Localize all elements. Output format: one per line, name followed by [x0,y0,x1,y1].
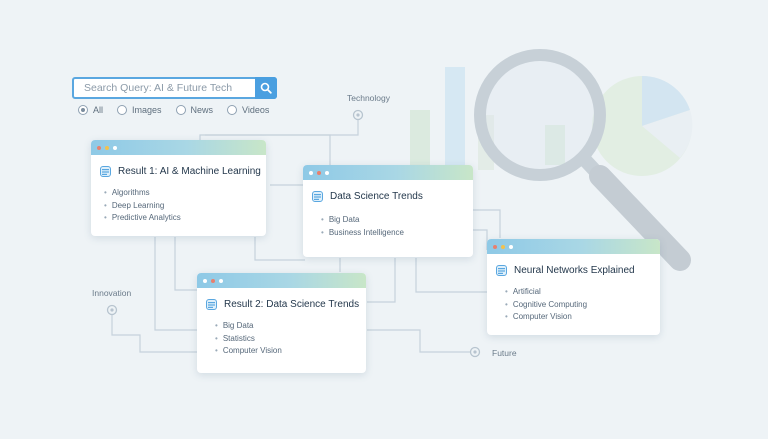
search-filters: All Images News Videos [72,105,277,115]
list-item: Big Data [215,320,366,333]
card-window-bar [487,239,660,254]
window-dot-icon [113,145,117,150]
window-dot-icon [97,145,101,150]
card-title[interactable]: Result 2: Data Science Trends [224,299,359,310]
radio-videos[interactable] [227,105,238,115]
result-card-data-science-2[interactable]: Result 2: Data Science Trends Big Data S… [197,273,366,373]
node-label-future: Future [492,348,517,358]
result-card-ai-ml[interactable]: Result 1: AI & Machine Learning Algorith… [91,140,266,236]
list-item: Cognitive Computing [505,299,660,312]
window-dot-icon [309,170,313,175]
search-input[interactable] [74,79,255,97]
filter-images[interactable]: Images [117,105,162,115]
card-window-bar [91,140,266,155]
filter-images-label: Images [132,105,162,115]
filter-news-label: News [190,105,214,115]
card-title-row: Result 1: AI & Machine Learning [100,166,266,177]
list-item: Business Intelligence [321,227,473,240]
window-dot-icon [317,170,321,175]
node-label-technology: Technology [347,93,391,103]
list-item: Big Data [321,214,473,227]
window-dot-icon [203,278,207,283]
document-icon [496,265,507,276]
filter-all[interactable]: All [78,105,103,115]
filter-all-label: All [93,105,104,115]
search-panel: All Images News Videos [72,77,277,115]
card-window-bar [303,165,473,180]
radio-news[interactable] [175,105,186,115]
search-button[interactable] [255,77,277,99]
search-icon [260,82,272,94]
result-card-data-science[interactable]: Data Science Trends Big Data Business In… [303,165,473,257]
card-title-row: Data Science Trends [312,191,473,202]
list-item: Computer Vision [215,345,366,358]
card-title[interactable]: Data Science Trends [330,191,423,202]
window-dot-icon [509,244,513,249]
window-dot-icon [211,278,215,283]
node-label-innovation: Innovation [92,288,132,298]
window-dot-icon [105,145,109,150]
window-dot-icon [325,170,329,175]
result-card-neural-networks[interactable]: Neural Networks Explained Artificial Cog… [487,239,660,335]
card-topic-list: Big Data Statistics Computer Vision [197,320,366,358]
filter-videos-label: Videos [242,105,270,115]
filter-videos[interactable]: Videos [227,105,269,115]
card-topic-list: Artificial Cognitive Computing Computer … [487,286,660,324]
card-title-row: Result 2: Data Science Trends [206,299,366,310]
decorative-pie-chart [592,75,693,176]
list-item: Artificial [505,286,660,299]
card-title[interactable]: Result 1: AI & Machine Learning [118,166,261,177]
document-icon [206,299,217,310]
list-item: Statistics [215,333,366,346]
window-dot-icon [493,244,497,249]
card-title[interactable]: Neural Networks Explained [514,265,635,276]
radio-images[interactable] [117,105,128,115]
card-window-bar [197,273,366,288]
document-icon [100,166,111,177]
filter-news[interactable]: News [175,105,214,115]
card-topic-list: Algorithms Deep Learning Predictive Anal… [91,187,266,225]
list-item: Computer Vision [505,311,660,324]
radio-all[interactable] [78,105,88,115]
list-item: Algorithms [104,187,266,200]
search-box [72,77,277,99]
list-item: Predictive Analytics [104,212,266,225]
card-topic-list: Big Data Business Intelligence [303,214,473,239]
window-dot-icon [219,278,223,283]
window-dot-icon [501,244,505,249]
card-title-row: Neural Networks Explained [496,265,660,276]
list-item: Deep Learning [104,200,266,213]
document-icon [312,191,323,202]
